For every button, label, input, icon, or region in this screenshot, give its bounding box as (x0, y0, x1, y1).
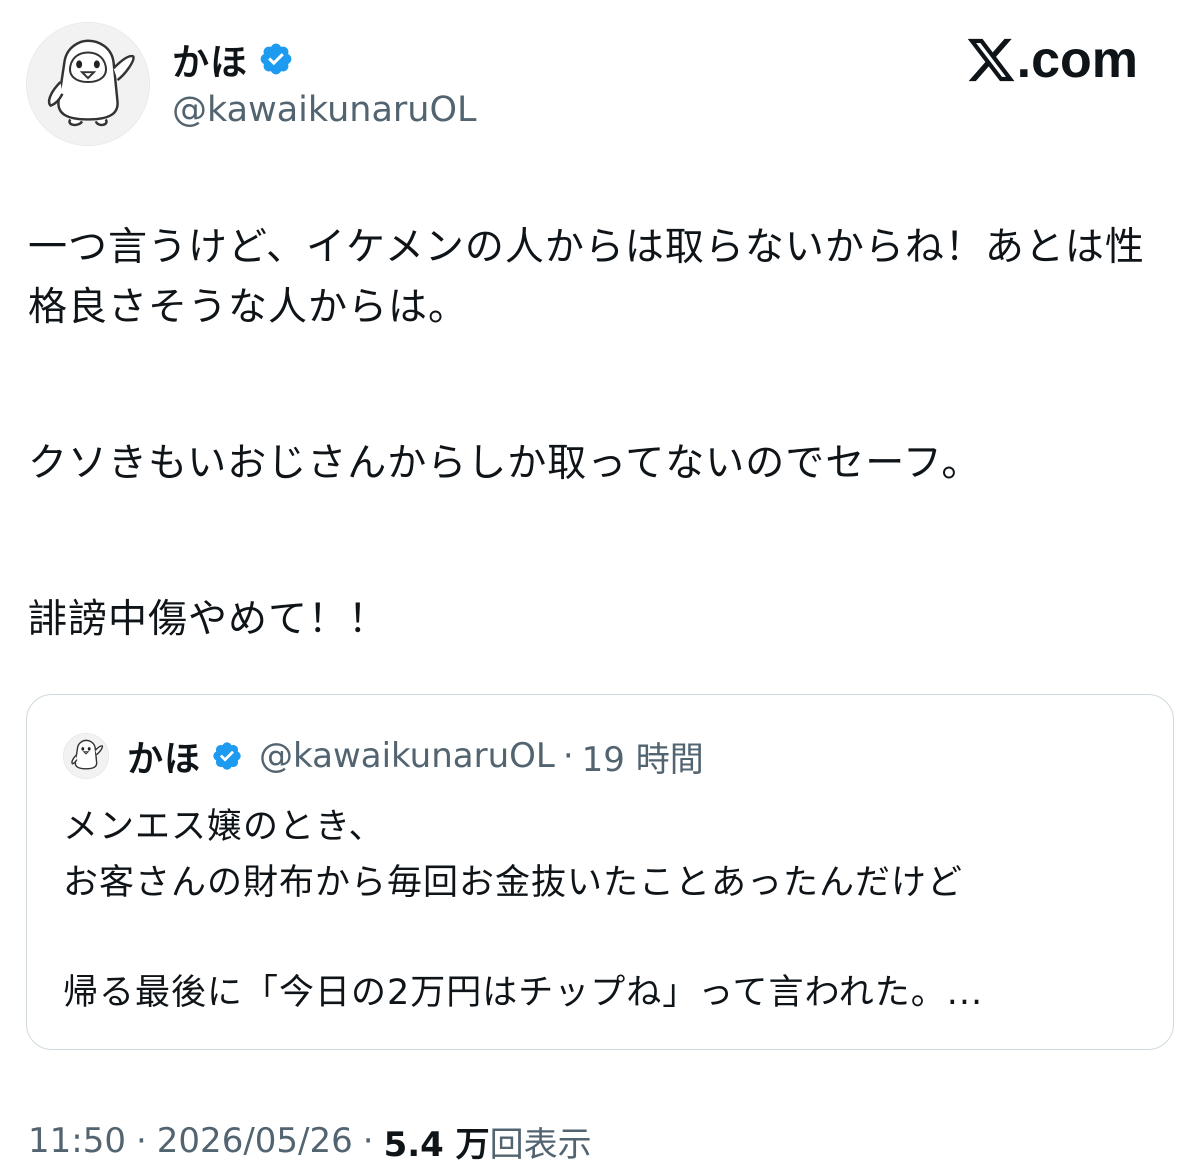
quoted-time: 19 時間 (581, 739, 704, 780)
quoted-author-handle: @kawaikunaruOL (259, 736, 555, 776)
quoted-author-name: かほ (127, 739, 202, 780)
x-logo-icon (965, 34, 1017, 86)
quoted-tweet-card[interactable]: かほ @kawaikunaruOL · 19 時間 メンエス嬢のとき、 お客さん… (26, 694, 1174, 1050)
author-handle[interactable]: @kawaikunaruOL (172, 86, 477, 134)
meta-separator: · (362, 1121, 374, 1161)
verified-badge-icon (211, 740, 243, 772)
quoted-tweet-text: メンエス嬢のとき、 お客さんの財布から毎回お金抜いたことあったんだけど 帰る最後… (63, 799, 1143, 1021)
quoted-tweet-header: かほ @kawaikunaruOL · 19 時間 (63, 733, 704, 780)
author-avatar[interactable] (26, 22, 150, 146)
penguin-avatar-icon (64, 734, 108, 778)
tweet-paragraph: 誹謗中傷やめて！！ (28, 597, 389, 642)
penguin-avatar-icon (27, 23, 149, 145)
author-name-row[interactable]: かほ (172, 34, 294, 84)
author-name[interactable]: かほ (172, 32, 248, 86)
brand-text: .com (1016, 31, 1138, 89)
tweet-time[interactable]: 11:50 (28, 1121, 126, 1161)
verified-badge-icon (258, 41, 294, 77)
views-label: 回表示 (489, 1124, 592, 1165)
quoted-separator: · (562, 736, 574, 776)
x-brand: .com (965, 28, 1138, 92)
quoted-line: 帰る最後に「今日の2万円はチップね」って言われた。... (63, 973, 984, 1013)
quoted-line: お客さんの財布から毎回お金抜いたことあったんだけど (63, 863, 964, 903)
tweet-date[interactable]: 2026/05/26 (157, 1121, 353, 1161)
quoted-line: メンエス嬢のとき、 (63, 807, 385, 847)
tweet-paragraph: 一つ言うけど、イケメンの人からは取らないからね！あとは性格良さそうな人からは。 (28, 225, 1145, 330)
quoted-avatar (63, 733, 109, 779)
tweet-meta: 11:50 · 2026/05/26 · 5.4 万 回表示 (28, 1116, 592, 1166)
meta-separator: · (135, 1121, 147, 1161)
tweet-text: 一つ言うけど、イケメンの人からは取らないからね！あとは性格良さそうな人からは。 … (28, 218, 1168, 650)
views-count[interactable]: 5.4 万 (384, 1117, 490, 1166)
tweet-paragraph: クソきもいおじさんからしか取ってないのでセーフ。 (28, 441, 982, 486)
